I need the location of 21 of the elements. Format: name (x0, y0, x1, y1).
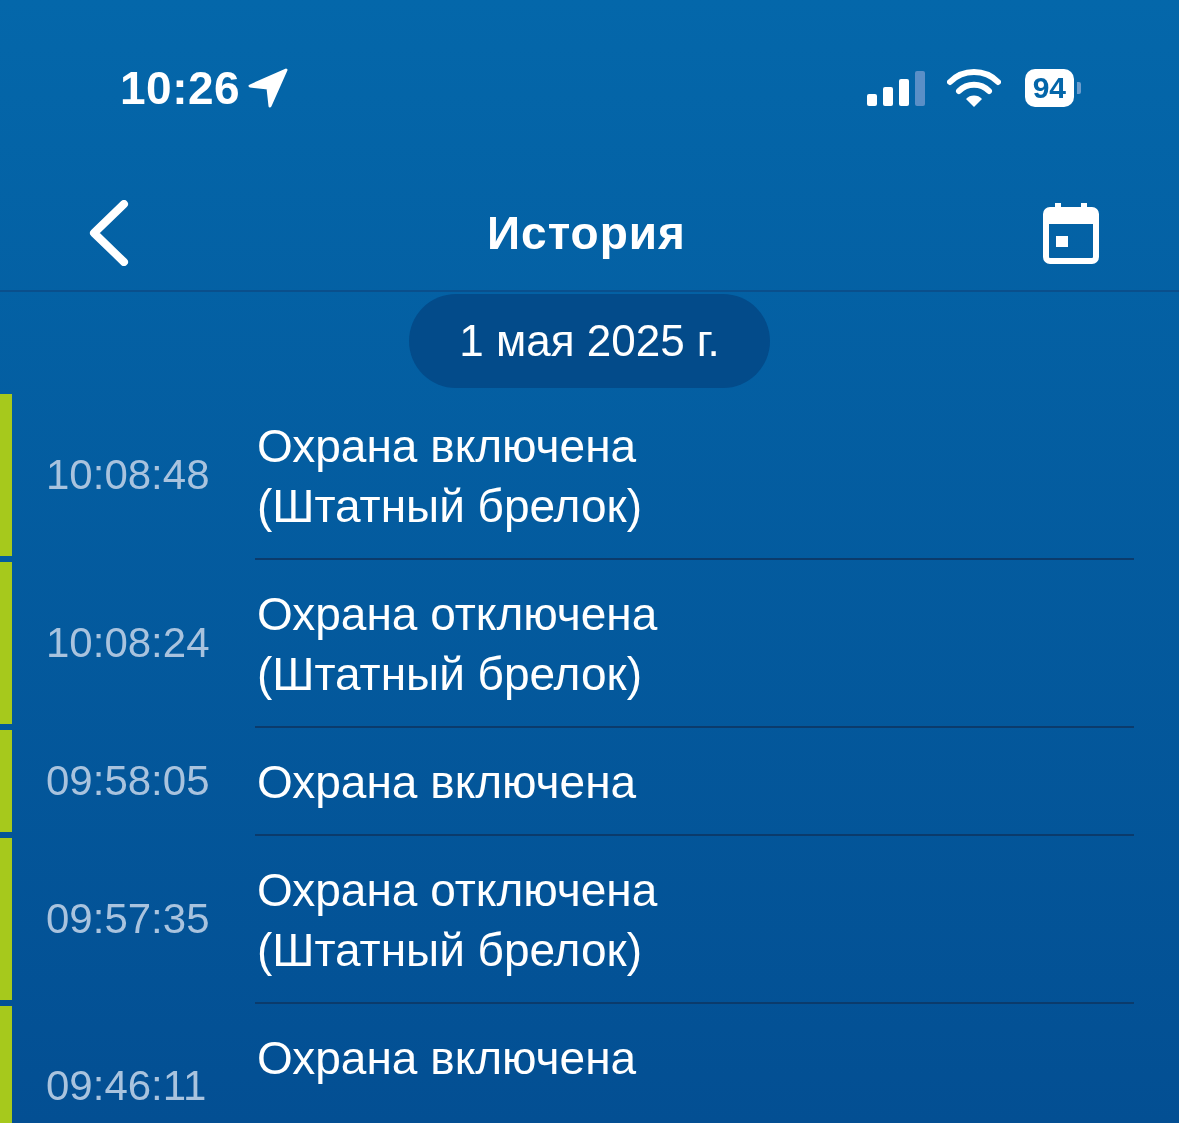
event-time: 10:08:48 (45, 450, 211, 500)
event-description: Охрана включена (257, 1031, 638, 1086)
calendar-icon[interactable] (1043, 202, 1099, 264)
screen-title: История (487, 206, 686, 260)
event-description: Охрана включена (257, 419, 638, 474)
event-time: 09:46:11 (45, 1061, 208, 1111)
location-arrow-icon (248, 68, 289, 108)
back-button[interactable] (88, 200, 130, 266)
event-description: Охрана отключена (257, 863, 659, 918)
wifi-icon (946, 68, 1001, 108)
clock-time: 10:26 (120, 61, 241, 115)
event-description: (Штатный брелок) (257, 479, 643, 534)
date-badge: 1 мая 2025 г. (409, 294, 770, 388)
event-description: (Штатный брелок) (257, 647, 643, 702)
signal-icon (866, 70, 927, 106)
event-time: 09:57:35 (45, 894, 211, 944)
event-description: Охрана отключена (257, 587, 659, 642)
event-time: 09:58:05 (45, 756, 211, 806)
event-time: 10:08:24 (45, 618, 211, 668)
event-description: (Штатный брелок) (257, 923, 643, 978)
event-description: Охрана включена (257, 755, 638, 810)
